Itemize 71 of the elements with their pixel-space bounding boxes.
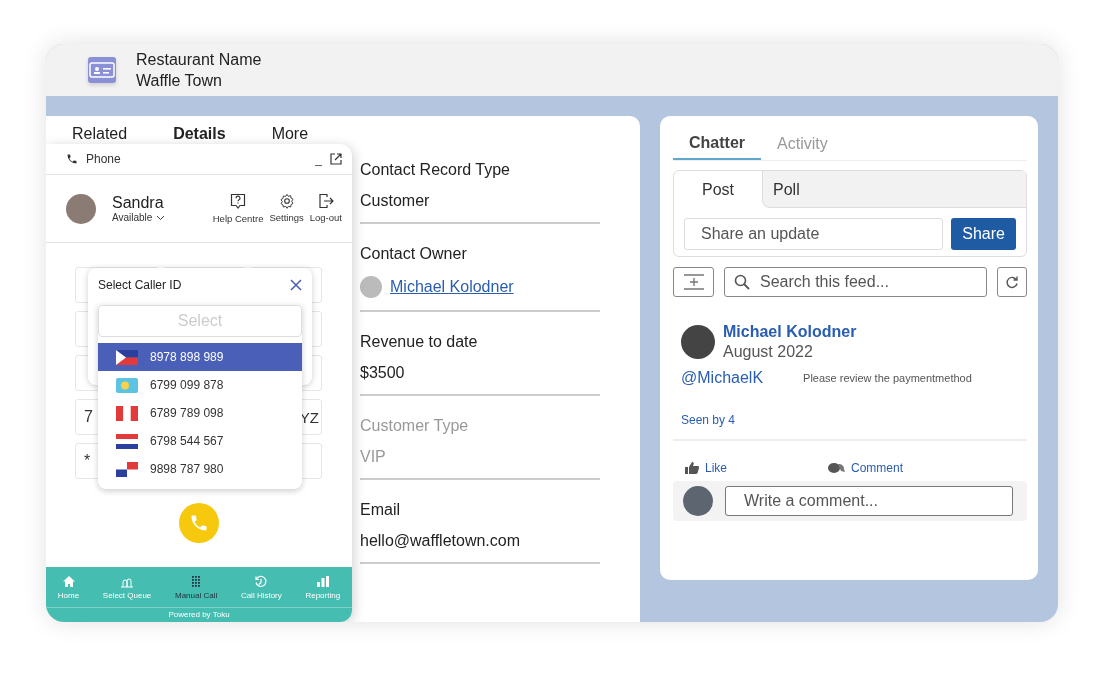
caller-id-option[interactable]: 9898 787 980 [98,455,302,483]
flag-icon [116,405,138,421]
close-icon[interactable] [290,279,302,291]
search-field[interactable]: Search this feed... [724,267,987,297]
avatar-circle [66,193,96,224]
update-field[interactable]: Share an update [684,218,944,250]
dialog-title: Select Caller ID [98,278,182,292]
filter-button[interactable] [673,267,714,297]
record-name: Waffle Town [136,71,223,90]
composer-tab[interactable]: Poll [762,171,1026,208]
popout-icon[interactable] [330,153,342,165]
field-label: Contact Owner [360,245,468,263]
field-value: VIP [360,448,387,466]
mention-link[interactable]: @MichaelK [681,369,764,387]
minimize-button[interactable]: _ [315,152,322,166]
field-value: hello@waffletown.com [360,532,522,550]
nav-item[interactable]: Manual Call [174,567,218,607]
expand-icon [681,274,706,290]
agent-action-button[interactable]: Log-out [309,193,342,224]
record-tab[interactable]: Related [72,125,128,143]
history-icon [254,574,269,588]
avatar-circle [683,486,713,516]
agent-name: Sandra [112,194,165,212]
field-label: Revenue to date [360,333,479,351]
field-value: Customer [360,192,431,210]
composer-tab[interactable]: Post [674,171,762,208]
share-button[interactable]: Share [951,218,1016,250]
flag-icon [116,461,138,477]
agent-action-button[interactable]: Settings [269,193,304,224]
field-label: Contact Record Type [360,161,511,179]
caller-id-option[interactable]: 6789 789 098 [98,399,302,427]
contact-card-icon [88,57,116,83]
comment-field[interactable]: Write a comment... [725,486,1013,516]
widget-title: Phone [86,152,122,166]
field-value: $3500 [360,364,406,382]
logout-icon [317,193,334,209]
powered-by-text: Powered by Toku [167,609,231,621]
speech-bubbles-icon [827,462,845,474]
feed-tab[interactable]: Chatter [673,128,761,160]
record-tab[interactable]: More [271,125,309,143]
flag-icon [116,377,138,393]
caller-id-option[interactable]: 8978 898 989 [98,343,302,371]
avatar-circle [681,325,715,359]
post-message: Please review the paymentmethod [803,372,972,384]
settings-icon [278,193,295,209]
field-label: Email [360,501,401,519]
agent-action-button[interactable]: Help Centre [212,193,264,224]
comment-button[interactable]: Comment [827,455,969,481]
record-tab[interactable]: Details [173,125,226,143]
post-date: August 2022 [723,343,814,361]
phone-icon [189,513,209,533]
seen-by-link[interactable]: Seen by 4 [681,413,1019,427]
thumbs-up-icon [685,462,699,474]
home-icon [61,574,76,588]
like-button[interactable]: Like [685,455,827,481]
user-link[interactable]: Michael Kolodner [390,278,514,296]
avatar-circle [360,276,382,298]
status-dropdown[interactable]: Available [112,212,213,223]
caller-id-option[interactable]: 6799 099 878 [98,371,302,399]
help-icon [230,193,247,210]
author-link[interactable]: Michael Kolodner [723,323,857,341]
header-label: Restaurant Name [136,50,262,69]
refresh-button[interactable] [997,267,1027,297]
bar-chart-icon [315,574,330,588]
refresh-icon [1005,275,1019,289]
phone-icon [66,153,78,165]
field-label: Customer Type [360,417,470,435]
flag-icon [116,349,138,365]
search-icon [734,274,750,290]
chevron-icon [156,214,166,221]
caller-id-option[interactable]: 6798 544 567 [98,427,302,455]
